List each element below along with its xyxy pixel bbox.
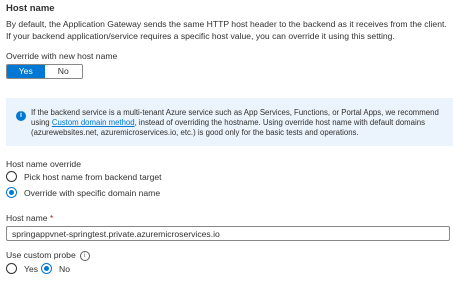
radio-custom-probe-yes-label: Yes — [24, 263, 39, 274]
toggle-yes-option[interactable]: Yes — [7, 65, 45, 78]
section-title: Host name — [6, 3, 55, 14]
host-name-label-text: Host name — [6, 213, 48, 223]
toggle-no-option[interactable]: No — [44, 65, 82, 78]
help-info-icon[interactable]: i — [79, 250, 90, 261]
radio-pick-host-from-backend[interactable]: Pick host name from backend target — [6, 171, 162, 182]
section-description: By default, the Application Gateway send… — [6, 19, 447, 41]
use-custom-probe-label-text: Use custom probe — [6, 250, 76, 260]
info-icon: i — [16, 111, 26, 121]
required-asterisk: * — [49, 213, 54, 223]
radio-custom-probe-no-label: No — [59, 263, 70, 274]
host-name-input[interactable] — [6, 226, 450, 241]
radio-override-specific-domain[interactable]: Override with specific domain name — [6, 187, 160, 198]
host-name-override-label: Host name override — [6, 159, 81, 169]
radio-custom-probe-no[interactable]: No — [41, 263, 70, 274]
radio-custom-probe-yes-circle[interactable] — [6, 263, 17, 274]
override-host-name-toggle[interactable]: Yes No — [6, 64, 83, 79]
host-name-label: Host name * — [6, 213, 53, 223]
use-custom-probe-label: Use custom probe i — [6, 250, 90, 261]
radio-pick-host-from-backend-circle[interactable] — [6, 171, 17, 182]
info-banner-text: If the backend service is a multi-tenant… — [31, 108, 449, 138]
radio-override-specific-domain-circle[interactable] — [6, 187, 17, 198]
radio-pick-host-from-backend-label: Pick host name from backend target — [24, 171, 162, 182]
override-host-name-label: Override with new host name — [6, 51, 118, 61]
custom-domain-method-link[interactable]: Custom domain method — [52, 118, 135, 127]
radio-custom-probe-no-circle[interactable] — [41, 263, 52, 274]
radio-override-specific-domain-label: Override with specific domain name — [24, 187, 161, 198]
radio-custom-probe-yes[interactable]: Yes — [6, 263, 38, 274]
